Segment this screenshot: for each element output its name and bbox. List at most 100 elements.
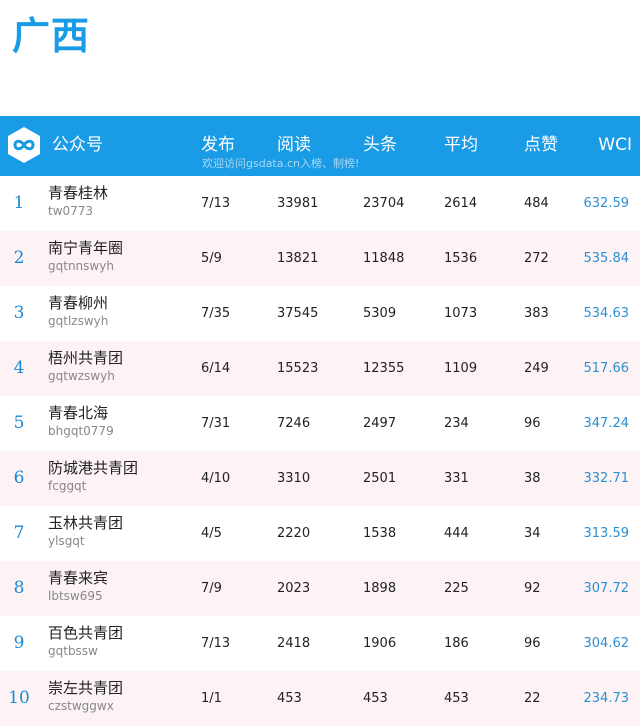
table-body: 1 青春桂林 tw0773 7/13 33981 23704 2614 4 8 4 … [0,176,640,726]
publish-count: 7/13 [201,636,231,651]
rank-number: 9 [13,633,25,653]
rank-number: 2 [13,248,25,268]
publish-count: 1/1 [201,691,222,706]
account-id: gqtlzswyh [48,314,109,328]
account-name: 青春柳州 [48,294,109,312]
headline-read-count: 5309 [363,306,397,321]
like-count: 96 [524,416,541,431]
table-row: 5 青春北海 bhgqt0779 7/31 7246 2497 234 96 3… [0,396,640,451]
read-count: 7246 [277,416,311,431]
wci-score: 517.66 [583,361,630,376]
average-read-count: 186 [444,636,469,651]
account-name: 玉林共青团 [48,514,124,532]
rank-number: 1 [13,193,25,213]
rank-number: 8 [13,578,25,598]
read-count: 2220 [277,526,311,541]
average-read-count: 234 [444,416,469,431]
publish-count: 7/13 [201,196,231,211]
rank-number: 5 [13,413,25,433]
headline-read-count: 1538 [363,526,397,541]
table-row: 1 青春桂林 tw0773 7/13 33981 23704 2614 484 … [0,176,640,231]
like-count: 96 [524,636,541,651]
headline-read-count: 12355 [363,361,405,376]
headline-read-count: 1898 [363,581,397,596]
read-count: 13821 [277,251,319,266]
account-id: bhgqt0779 [48,424,114,438]
average-read-count: 444 [444,526,469,541]
account-name: 青春来宾 [48,569,109,587]
header-like: 点赞 [524,135,558,155]
wci-score: 347.24 [583,416,630,431]
like-count: 22 [524,691,541,706]
like-count: 92 [524,581,541,596]
read-count: 37545 [277,306,319,321]
table-row: 6 防城港共青团 fcggqt 4/10 3310 2501 331 38 33… [0,451,640,506]
like-count: 272 [524,251,549,266]
wci-score: 632.59 [583,196,630,211]
account-name: 梧州共青团 [48,349,124,367]
average-read-count: 1109 [444,361,478,376]
rank-number: 6 [13,468,25,488]
headline-read-count: 2501 [363,471,397,486]
table-row: 3 青春柳州 gqtlzswyh 7/35 37545 5309 1073 38… [0,286,640,341]
account-name: 防城港共青团 [48,459,139,477]
wci-score: 304.62 [583,636,630,651]
ranking-table: 公众号 发布 阅读 头条 平均 点赞 WCI 欢迎访问gsdata.cn入榜、制… [0,116,640,726]
wci-score: 332.71 [583,471,630,486]
header-headline: 头条 [363,135,397,155]
publish-count: 7/9 [201,581,222,596]
header-account: 公众号 [52,135,103,155]
publish-count: 7/35 [201,306,231,321]
rank-number: 7 [13,523,25,543]
read-count: 15523 [277,361,319,376]
table-row: 7 玉林共青团 ylsgqt 4/5 2220 1538 444 34 313.… [0,506,640,561]
table-row: 9 百色共青团 gqtbssw 7/13 2418 1906 186 96 30… [0,616,640,671]
table-row: 4 梧州共青团 gqtwzswyh 6/14 15523 12355 1109 … [0,341,640,396]
read-count: 453 [277,691,302,706]
read-count: 3310 [277,471,311,486]
publish-count: 4/10 [201,471,231,486]
read-count: 2023 [277,581,311,596]
headline-read-count: 2497 [363,416,397,431]
publish-count: 5/9 [201,251,222,266]
like-count: 38 [524,471,541,486]
average-read-count: 2614 [444,196,478,211]
account-id: czstwggwx [48,699,114,713]
like-count: 34 [524,526,541,541]
account-id: gqtnnswyh [48,259,114,273]
like-count: 383 [524,306,549,321]
rank-number: 4 [13,358,25,378]
average-read-count: 225 [444,581,469,596]
wci-score: 234.73 [583,691,630,706]
account-name: 南宁青年圈 [48,239,124,257]
watermark-text: 欢迎访问gsdata.cn入榜、制榜! [202,157,360,170]
header-read: 阅读 [277,135,311,155]
headline-read-count: 453 [363,691,388,706]
account-id: gqtbssw [48,644,98,658]
headline-read-count: 11848 [363,251,405,266]
wci-score: 534.63 [583,306,630,321]
header-wci: WCI [598,135,632,155]
gsdata-infinity-logo-icon [8,127,40,163]
account-name: 崇左共青团 [48,679,124,697]
rank-number: 10 [8,688,30,708]
read-count: 33981 [277,196,319,211]
read-count: 2418 [277,636,311,651]
table-header: 公众号 发布 阅读 头条 平均 点赞 WCI 欢迎访问gsdata.cn入榜、制… [0,116,640,176]
table-row: 8 青春来宾 lbtsw695 7/9 2023 1898 225 92 307… [0,561,640,616]
account-id: fcggqt [48,479,87,493]
wci-score: 535.84 [583,251,630,266]
page-title: 广西 [12,14,91,58]
account-id: lbtsw695 [48,589,103,603]
publish-count: 7/31 [201,416,231,431]
average-read-count: 1073 [444,306,478,321]
average-read-count: 453 [444,691,469,706]
account-name: 青春北海 [48,404,109,422]
header-publish: 发布 [201,135,235,155]
headline-read-count: 1906 [363,636,397,651]
like-count: 249 [524,361,549,376]
average-read-count: 1536 [444,251,478,266]
account-name: 百色共青团 [48,624,124,642]
account-id: gqtwzswyh [48,369,115,383]
like-count: 484 [524,196,549,211]
